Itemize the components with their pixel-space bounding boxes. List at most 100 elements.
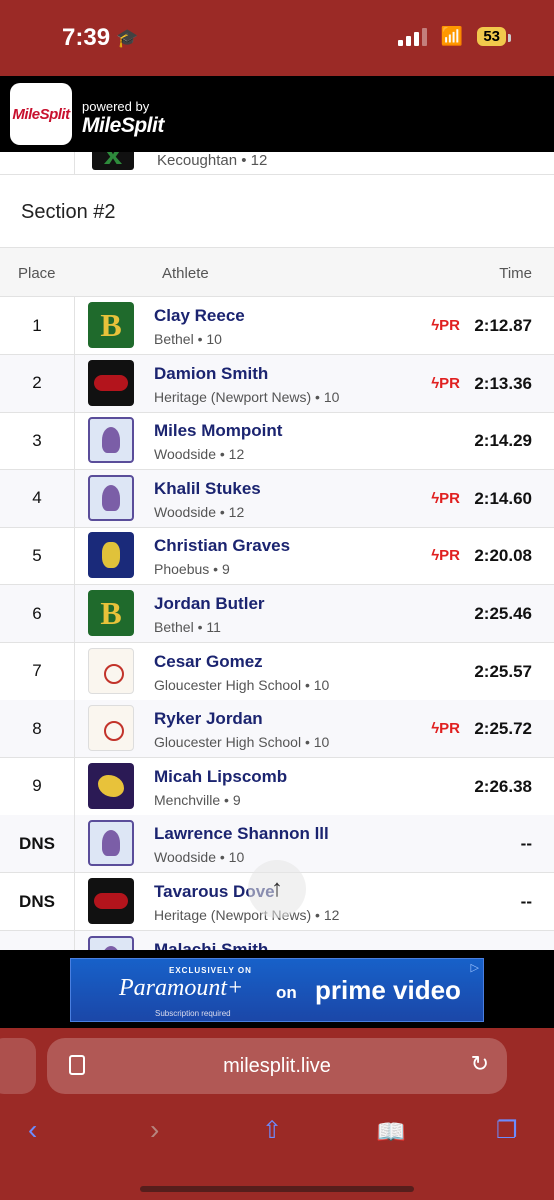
forward-icon[interactable]: › [150, 1114, 159, 1146]
ad-banner[interactable]: EXCLUSIVELY ON Paramount+ on prime video… [70, 958, 484, 1022]
battery-indicator: 53 [477, 27, 511, 46]
share-icon[interactable]: ⇧ [262, 1116, 282, 1145]
pr-badge: ϟPR [431, 374, 460, 392]
table-row[interactable]: 4 Khalil Stukes Woodside • 12 ϟPR 2:14.60 [0, 469, 554, 528]
browser-toolbar: milesplit.live ↻ ‹ › ⇧ 📖 ❐ [0, 1028, 554, 1200]
team-logo [92, 152, 134, 170]
powered-by-brand: MileSplit [82, 114, 164, 137]
athlete-name[interactable]: Miles Mompoint [154, 421, 282, 441]
scroll-to-top-button[interactable]: ↑ [248, 860, 306, 918]
team-logo [88, 359, 134, 406]
place: 8 [0, 700, 75, 758]
header-athlete: Athlete [162, 265, 209, 282]
back-icon[interactable]: ‹ [28, 1114, 37, 1146]
app-header: MileSplit powered by MileSplit [0, 76, 554, 152]
url-text: milesplit.live [223, 1055, 331, 1077]
athlete-school: Kecoughtan • 12 [157, 152, 268, 169]
table-row[interactable]: 8 Ryker Jordan Gloucester High School • 10… [0, 700, 554, 759]
section-title: Section #2 [21, 201, 116, 223]
table-row[interactable]: 7 Cesar Gomez Gloucester High School • 10 2… [0, 642, 554, 701]
athlete-name[interactable]: Micah Lipscomb [154, 767, 287, 787]
athlete-name[interactable]: Ryker Jordan [154, 709, 263, 729]
athlete-name[interactable]: Khalil Stukes [154, 479, 261, 499]
header-place: Place [18, 265, 56, 282]
home-indicator [140, 1186, 414, 1192]
table-row[interactable]: 9 Micah Lipscomb Menchville • 9 2:26.38 [0, 757, 554, 816]
team-logo [88, 878, 134, 924]
team-logo [88, 532, 134, 579]
table-row[interactable]: Malachi Smith [0, 930, 554, 950]
table-row[interactable]: 3 Miles Mompoint Woodside • 12 2:14.29 [0, 412, 554, 471]
team-logo [88, 647, 134, 694]
wifi-icon: 📶 [440, 26, 464, 46]
athlete-school: Heritage (Newport News) • 10 [154, 388, 340, 405]
time-value: 2:25.72 [474, 719, 532, 739]
time-value: 2:14.29 [474, 431, 532, 451]
pr-badge: ϟPR [431, 317, 460, 334]
place: 1 [0, 297, 75, 354]
bolt-icon: ϟ [431, 547, 440, 565]
athlete-name[interactable]: Malachi Smith [154, 940, 268, 950]
bolt-icon: ϟ [431, 374, 440, 392]
place: 9 [0, 757, 75, 815]
time-value: -- [520, 834, 532, 854]
signal-icon [397, 27, 427, 46]
athlete-school: Heritage (Newport News) • 12 [154, 907, 340, 923]
results-content[interactable]: Kecoughtan • 12 Section #2 Place Athlete… [0, 152, 554, 950]
athlete-name[interactable]: Cesar Gomez [154, 652, 263, 672]
graduation-cap-icon: 🎓 [116, 27, 139, 48]
athlete-name[interactable]: Damion Smith [154, 364, 268, 384]
bookmarks-icon[interactable]: 📖 [376, 1118, 406, 1147]
previous-tab-pill[interactable] [0, 1038, 36, 1094]
table-row[interactable]: 5 Christian Graves Phoebus • 9 ϟPR 2:20.08 [0, 527, 554, 586]
athlete-school: Woodside • 12 [154, 503, 245, 520]
athlete-name[interactable]: Clay Reece [154, 306, 245, 326]
place: 7 [0, 642, 75, 700]
header-time: Time [499, 265, 532, 282]
time-value: -- [520, 892, 532, 911]
place: 2 [0, 354, 75, 412]
ad-banner-area: EXCLUSIVELY ON Paramount+ on prime video… [0, 950, 554, 1028]
team-logo [88, 935, 134, 950]
time-value: 2:26.38 [474, 776, 532, 796]
time-value: 2:25.46 [474, 604, 532, 623]
time-value: 2:13.36 [474, 373, 532, 393]
table-row[interactable]: 6 Jordan Butler Bethel • 11 2:25.46 [0, 585, 554, 643]
team-logo [88, 474, 134, 521]
table-row[interactable]: Kecoughtan • 12 [0, 152, 554, 175]
athlete-name[interactable]: Lawrence Shannon lll [154, 824, 329, 844]
time-value: 2:14.60 [474, 488, 532, 508]
place: 4 [0, 469, 75, 527]
pr-badge: ϟPR [431, 720, 460, 738]
time-value: 2:12.87 [474, 316, 532, 335]
pr-badge: ϟPR [431, 489, 460, 507]
athlete-name[interactable]: Jordan Butler [154, 594, 265, 614]
table-row[interactable]: 1 Clay Reece Bethel • 10 ϟPR 2:12.87 [0, 297, 554, 355]
place: 5 [0, 527, 75, 585]
athlete-school: Phoebus • 9 [154, 561, 230, 578]
milesplit-logo[interactable]: MileSplit [10, 83, 72, 145]
clock: 7:39 [62, 24, 111, 51]
bolt-icon: ϟ [431, 317, 440, 334]
pr-badge: ϟPR [431, 547, 460, 565]
athlete-name[interactable]: Christian Graves [154, 536, 290, 556]
reload-icon[interactable]: ↻ [471, 1051, 489, 1077]
time-value: 2:25.57 [474, 661, 532, 681]
place: 6 [0, 585, 75, 642]
athlete-school: Bethel • 11 [154, 619, 221, 635]
bolt-icon: ϟ [431, 489, 440, 507]
athlete-school: Gloucester High School • 10 [154, 734, 330, 751]
team-logo [88, 302, 134, 348]
ad-choices-icon[interactable]: ▷ [471, 961, 479, 974]
powered-by-label: powered by [82, 99, 150, 114]
address-bar[interactable]: milesplit.live ↻ [47, 1038, 507, 1094]
team-logo [88, 820, 134, 867]
tabs-icon[interactable]: ❐ [496, 1116, 518, 1145]
athlete-school: Gloucester High School • 10 [154, 676, 330, 693]
place [0, 930, 75, 950]
athlete-school: Woodside • 10 [154, 849, 245, 866]
table-row[interactable]: 2 Damion Smith Heritage (Newport News) • 1… [0, 354, 554, 413]
athlete-school: Bethel • 10 [154, 331, 222, 347]
place: DNS [0, 873, 75, 930]
team-logo [88, 762, 134, 809]
